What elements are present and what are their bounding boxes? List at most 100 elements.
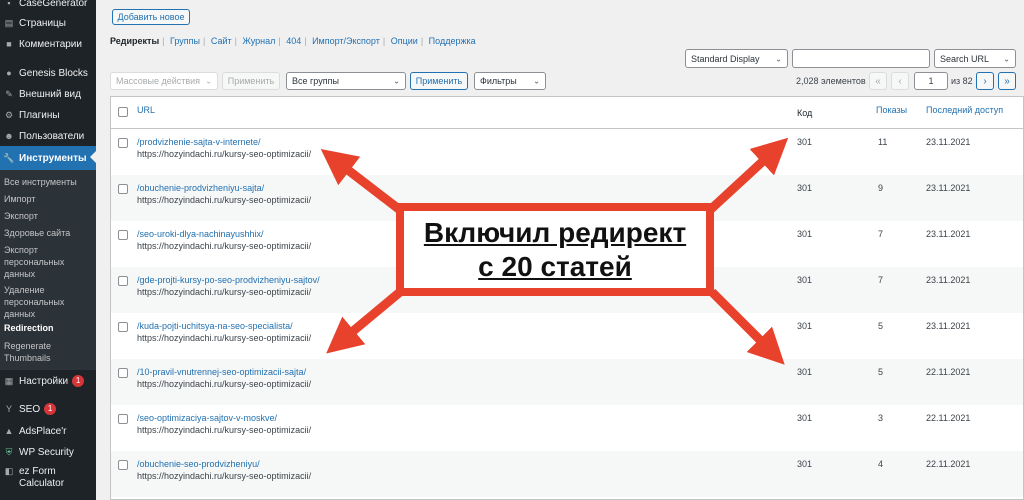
form-icon: ◧ [4,465,14,476]
total-pages: из 82 [951,76,973,86]
sidebar-item-label: Настройки [19,375,69,387]
source-url-link[interactable]: /obuchenie-prodvizheniyu-sajta/ [137,183,264,193]
source-url-link[interactable]: /kuda-pojti-uchitsya-na-seo-specialista/ [137,321,293,331]
sidebar-item-plugins[interactable]: ⚙ Плагины [0,104,96,126]
tab-log[interactable]: Журнал [242,36,275,46]
chevron-down-icon: ⌄ [533,76,540,86]
sidebar-item-seo[interactable]: Y SEO 1 [0,398,96,420]
sidebar-item-comments[interactable]: ■ Комментарии [0,33,96,55]
hits-cell: 4 [878,459,884,469]
add-new-button[interactable]: Добавить новое [112,9,190,25]
tab-groups[interactable]: Группы [170,36,200,46]
sidebar-item-ez-form-calculator[interactable]: ◧ ez Form Calculator [0,466,96,496]
sidebar-item-appearance[interactable]: ✎ Внешний вид [0,83,96,105]
search-input[interactable] [792,49,930,68]
column-last-access[interactable]: Последний доступ [926,105,1003,115]
submenu-item-import[interactable]: Импорт [4,193,92,205]
sidebar-item-pages[interactable]: ▤ Страницы [0,12,96,34]
row-checkbox[interactable] [118,184,128,194]
column-url[interactable]: URL [137,105,155,115]
submenu-item-redirection[interactable]: Redirection [4,322,92,334]
bulk-apply-button[interactable]: Применить [222,72,280,90]
code-cell: 301 [797,183,813,193]
last-page-button[interactable]: » [998,72,1016,90]
table-row: /kuda-pojti-uchitsya-na-seo-specialista/… [111,313,1023,359]
brush-icon: ✎ [5,88,13,99]
column-hits[interactable]: Показы [876,105,907,115]
sidebar-item-settings[interactable]: ▦ Настройки 1 [0,370,96,392]
sidebar-item-adsplacer[interactable]: ▲ AdsPlace'r [0,420,96,442]
row-checkbox[interactable] [118,230,128,240]
source-url-link[interactable]: /10-pravil-vnutrennej-seo-optimizacii-sa… [137,367,306,377]
sidebar-item-label: CaseGenerator [19,0,88,9]
tools-submenu: Все инструменты Импорт Экспорт Здоровье … [0,170,96,370]
sidebar-item-label: SEO [19,403,41,415]
submenu-item-export-personal-data[interactable]: Экспорт персональных данных [4,244,92,280]
code-cell: 301 [797,367,813,377]
row-checkbox[interactable] [118,322,128,332]
filters-select[interactable]: Фильтры ⌄ [474,72,546,90]
target-url: https://hozyindachi.ru/kursy-seo-optimiz… [137,471,312,481]
last-access-cell: 23.11.2021 [926,275,971,285]
filters-value: Фильтры [480,76,517,86]
last-access-cell: 23.11.2021 [926,137,971,147]
first-page-button[interactable]: « [869,72,887,90]
tab-redirects[interactable]: Редиректы [110,36,159,46]
yoast-icon: Y [5,404,12,414]
submenu-item-site-health[interactable]: Здоровье сайта [4,227,92,239]
tab-site[interactable]: Сайт [211,36,232,46]
source-url-link[interactable]: /seo-uroki-dlya-nachinayushhix/ [137,229,264,239]
row-checkbox[interactable] [118,368,128,378]
submenu-item-all-tools[interactable]: Все инструменты [4,176,92,188]
hits-cell: 11 [878,137,888,147]
sidebar-item-label: Страницы [19,17,66,29]
source-url-link[interactable]: /seo-optimizaciya-sajtov-v-moskve/ [137,413,277,423]
submenu-item-erase-personal-data[interactable]: Удаление персональных данных [4,284,92,320]
display-select[interactable]: Standard Display ⌄ [685,49,788,68]
chevron-down-icon: ⌄ [393,76,400,86]
select-all-checkbox[interactable] [118,107,128,117]
submenu-item-export[interactable]: Экспорт [4,210,92,222]
plugin-icon: ▪ [7,0,11,8]
hits-cell: 3 [878,413,884,423]
bulk-actions-select[interactable]: Массовые действия ⌄ [110,72,218,90]
target-url: https://hozyindachi.ru/kursy-seo-optimiz… [137,425,312,435]
row-checkbox[interactable] [118,276,128,286]
sidebar-item-tools[interactable]: 🔧 Инструменты [0,146,96,170]
admin-sidebar: ▪ CaseGenerator ▤ Страницы ■ Комментарии… [0,0,96,500]
groups-select[interactable]: Все группы ⌄ [286,72,406,90]
groups-apply-button[interactable]: Применить [410,72,468,90]
code-cell: 301 [797,321,813,331]
subsubsub-nav: Редиректы | Группы | Сайт | Журнал | 404 | Им… [110,36,476,46]
sidebar-item-users[interactable]: ☻ Пользователи [0,125,96,147]
tab-404[interactable]: 404 [286,36,301,46]
last-access-cell: 22.11.2021 [926,413,971,423]
sidebar-item-genesis-blocks[interactable]: ● Genesis Blocks [0,62,96,84]
last-access-cell: 23.11.2021 [926,321,971,331]
source-url-link[interactable]: /gde-projti-kursy-po-seo-prodvizheniyu-s… [137,275,320,285]
row-checkbox[interactable] [118,138,128,148]
current-page-input[interactable]: 1 [914,72,948,90]
tab-support[interactable]: Поддержка [429,36,476,46]
table-row: /obuchenie-seo-prodvizheniyu/https://hoz… [111,451,1023,497]
groups-select-value: Все группы [292,76,339,86]
prev-page-button[interactable]: ‹ [891,72,909,90]
sidebar-item-wp-security[interactable]: ⛨ WP Security [0,441,96,463]
settings-icon: ▦ [4,375,14,386]
last-access-cell: 22.11.2021 [926,367,971,377]
hits-cell: 5 [878,367,884,377]
source-url-link[interactable]: /prodvizhenie-sajta-v-internete/ [137,137,261,147]
row-checkbox[interactable] [118,460,128,470]
source-url-link[interactable]: /obuchenie-seo-prodvizheniyu/ [137,459,260,469]
tab-options[interactable]: Опции [391,36,418,46]
submenu-item-regenerate-thumbnails[interactable]: Regenerate Thumbnails [4,340,92,364]
search-type-select[interactable]: Search URL ⌄ [934,49,1016,68]
tab-import-export[interactable]: Импорт/Экспорт [312,36,380,46]
code-cell: 301 [797,137,813,147]
row-checkbox[interactable] [118,414,128,424]
hits-cell: 5 [878,321,884,331]
shield-icon: ⛨ [5,446,13,457]
target-url: https://hozyindachi.ru/kursy-seo-optimiz… [137,149,312,159]
next-page-button[interactable]: › [976,72,994,90]
search-type-value: Search URL [940,53,990,64]
